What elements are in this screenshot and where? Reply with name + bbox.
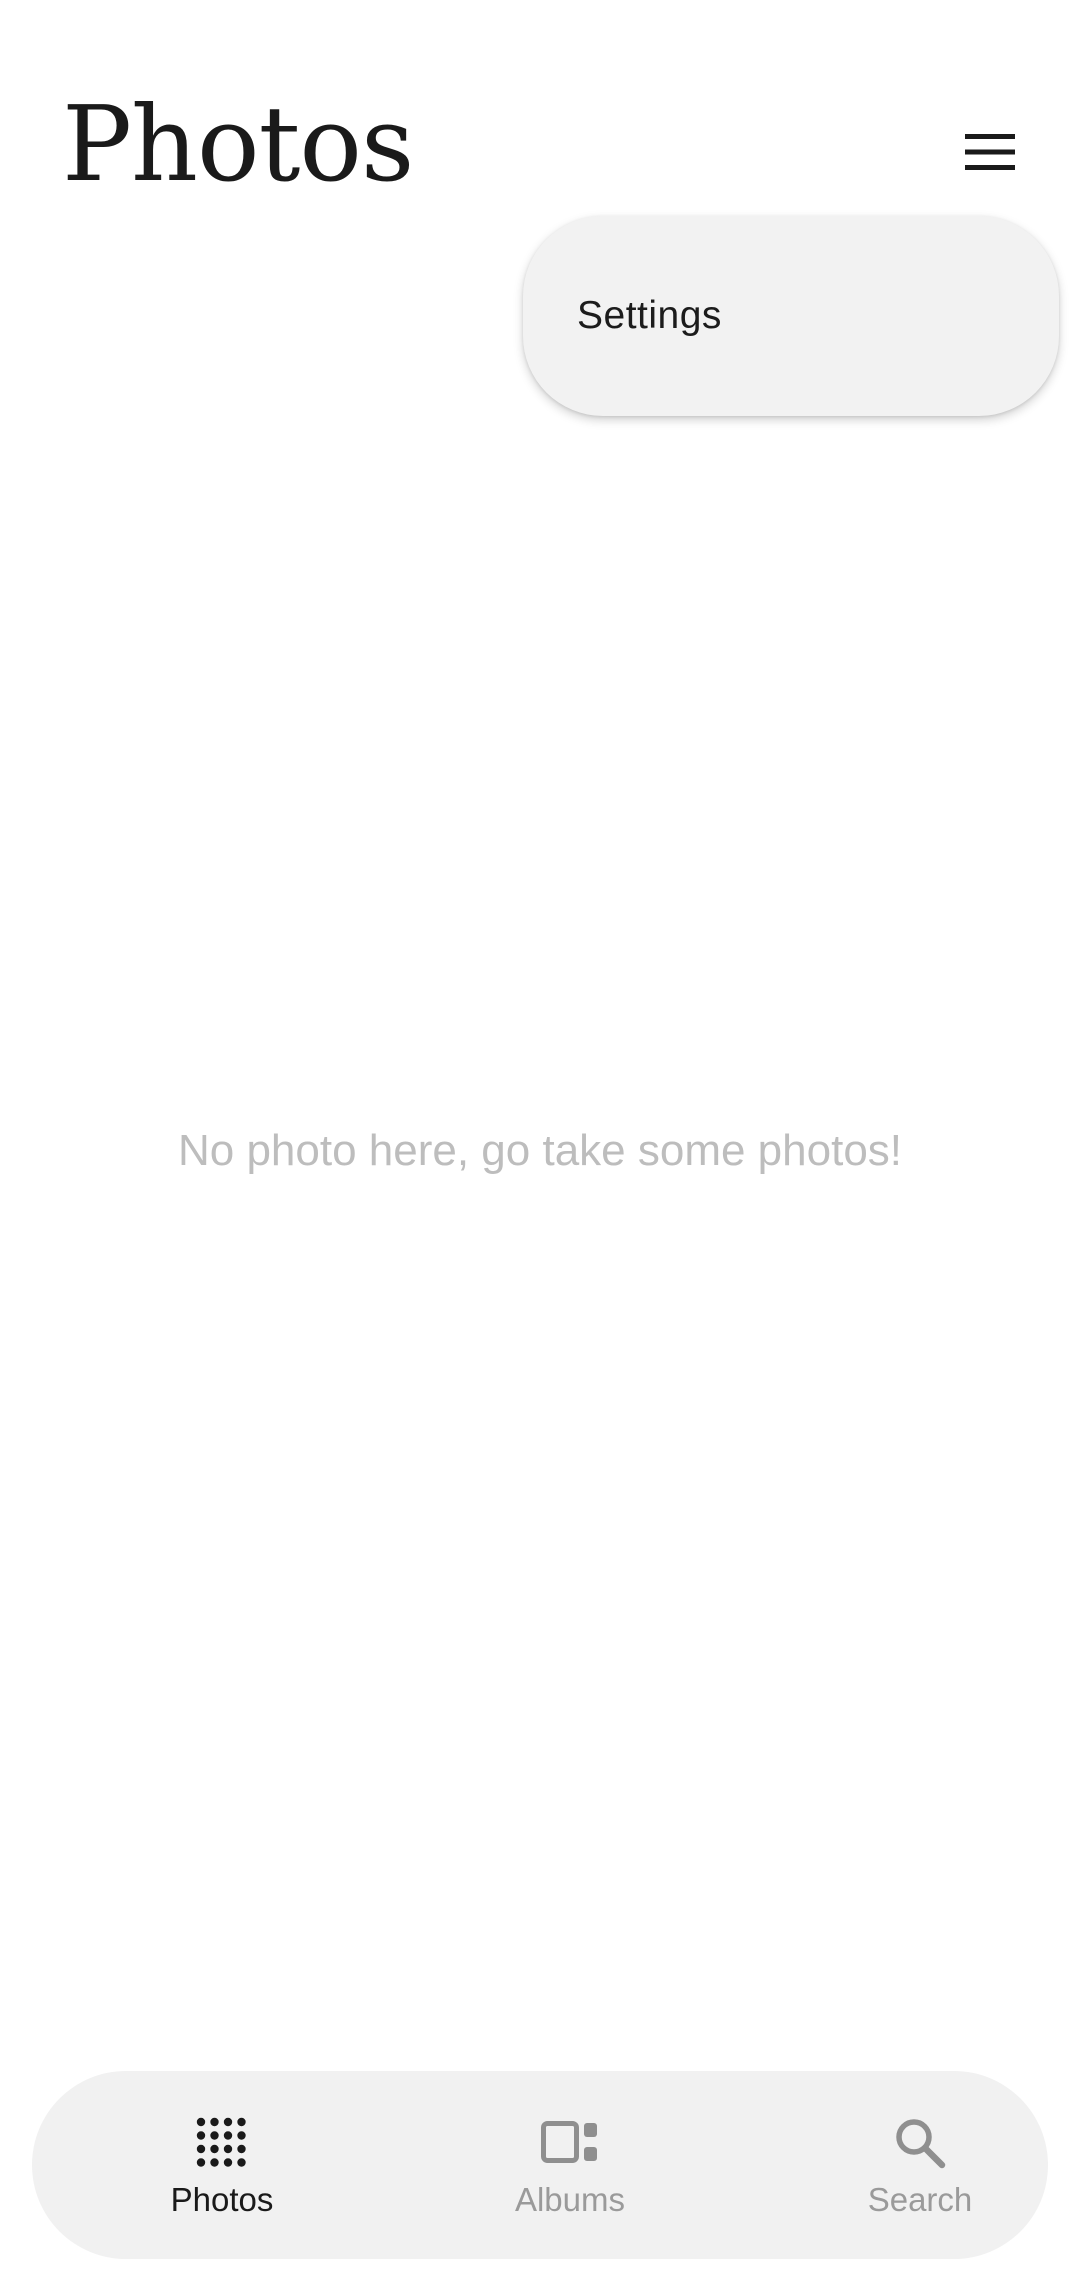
tab-photos[interactable]: Photos: [72, 2071, 372, 2259]
hamburger-menu-icon: [965, 134, 1015, 170]
menu-button[interactable]: [950, 112, 1030, 192]
tab-albums-label: Albums: [514, 2181, 626, 2218]
tab-albums[interactable]: Albums: [420, 2071, 720, 2259]
albums-icon: [541, 2121, 597, 2163]
empty-state-message: No photo here, go take some photos!: [177, 1126, 903, 1175]
menu-item-settings[interactable]: Settings: [577, 216, 722, 416]
bottom-navigation: Photos Albums Search: [32, 2071, 1048, 2259]
overflow-menu: Settings: [523, 216, 1059, 416]
tab-photos-label: Photos: [170, 2181, 274, 2218]
grid-dots-icon: [196, 2117, 246, 2167]
search-icon: [896, 2119, 946, 2169]
tab-search-label: Search: [867, 2181, 973, 2218]
tab-search[interactable]: Search: [770, 2071, 1070, 2259]
page-title: Photos: [62, 83, 414, 205]
